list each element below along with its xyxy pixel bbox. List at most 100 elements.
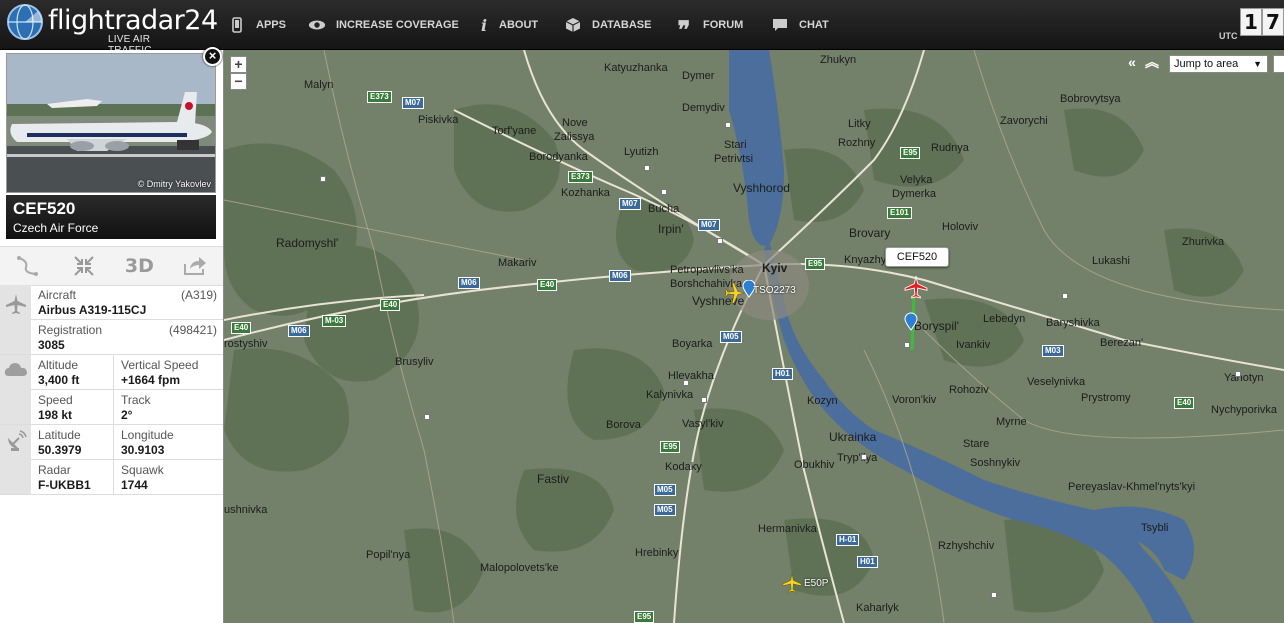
longitude-cell: Longitude 30.9103 bbox=[113, 425, 223, 460]
city-label: Brusyliv bbox=[395, 356, 434, 368]
dropdown-caret-icon: ▼ bbox=[1253, 59, 1262, 69]
airport-marker[interactable] bbox=[320, 176, 326, 182]
city-label: Petrivtsi bbox=[714, 153, 754, 165]
airport-marker[interactable] bbox=[424, 414, 430, 420]
city-label: Pereyaslav-Khmel'nyts'kyi bbox=[1068, 481, 1196, 493]
longitude-value: 30.9103 bbox=[121, 443, 165, 457]
aircraft-marker-yellow[interactable] bbox=[782, 573, 802, 593]
vertical-speed-value: +1664 fpm bbox=[121, 373, 181, 387]
road-shield: E373 bbox=[568, 171, 593, 183]
collapse-left-icon[interactable]: « bbox=[1124, 55, 1140, 71]
city-label: Zhukyn bbox=[820, 54, 857, 66]
airport-marker[interactable] bbox=[717, 238, 723, 244]
nav-forum[interactable]: ❞ FORUM bbox=[675, 0, 744, 50]
nav-apps[interactable]: APPS bbox=[228, 0, 286, 50]
road-shield: E40 bbox=[1174, 397, 1195, 409]
close-panel-button[interactable]: × bbox=[203, 47, 222, 66]
city-label: Zavorychi bbox=[1000, 115, 1048, 127]
close-icon: × bbox=[208, 48, 217, 63]
nav-database[interactable]: DATABASE bbox=[564, 0, 651, 50]
registration-code: (498421) bbox=[168, 323, 217, 337]
airport-marker[interactable] bbox=[701, 397, 707, 403]
flight-label-e50p[interactable]: E50P bbox=[804, 578, 828, 589]
map-view[interactable]: + − « ︽ Jump to area ▼ Malyn Katyuzhanka… bbox=[224, 50, 1284, 623]
road-shield: H01 bbox=[772, 368, 793, 380]
road-shield: M05 bbox=[654, 504, 676, 516]
city-label: Kalynivka bbox=[646, 389, 694, 401]
share-button[interactable] bbox=[167, 247, 223, 285]
altitude-label: Altitude bbox=[38, 358, 79, 372]
view-3d-button[interactable]: 3D bbox=[112, 247, 168, 285]
position-group: Latitude 50.3979 Longitude 30.9103 Radar… bbox=[0, 425, 223, 495]
nav-apps-label: APPS bbox=[256, 19, 286, 31]
jump-to-area-select[interactable]: Jump to area ▼ bbox=[1169, 55, 1268, 73]
utc-label: UTC bbox=[1219, 31, 1238, 41]
city-label: Popil'nya bbox=[366, 549, 411, 561]
airport-marker[interactable] bbox=[904, 342, 910, 348]
city-label: Malopolovets'ke bbox=[480, 562, 559, 574]
center-aircraft-button[interactable] bbox=[56, 247, 112, 285]
show-route-button[interactable] bbox=[0, 247, 56, 285]
city-label: Rudnya bbox=[931, 142, 969, 154]
city-label: rostyshiv bbox=[224, 338, 268, 350]
zoom-out-button[interactable]: − bbox=[230, 73, 247, 90]
city-label: Ivankiv bbox=[956, 339, 991, 351]
chat-bubble-icon bbox=[771, 16, 789, 34]
airport-marker[interactable] bbox=[991, 592, 997, 598]
selected-flight-tag[interactable]: CEF520 bbox=[885, 247, 949, 267]
nav-about[interactable]: i ABOUT bbox=[479, 0, 538, 50]
airport-marker[interactable] bbox=[661, 189, 667, 195]
city-label: Vasyl'kiv bbox=[682, 418, 724, 430]
flight-label-tso2273[interactable]: TSO2273 bbox=[753, 285, 796, 296]
brand-name: flightradar24 bbox=[48, 5, 218, 36]
city-label: Litky bbox=[848, 118, 871, 130]
selected-aircraft-marker[interactable] bbox=[904, 275, 928, 299]
airport-marker[interactable] bbox=[683, 380, 689, 386]
utc-clock: 1 7 bbox=[1240, 8, 1284, 36]
speed-label: Speed bbox=[38, 393, 73, 407]
city-label: Malyn bbox=[304, 79, 334, 91]
top-bar: flightradar24 LIVE AIR TRAFFIC APPS INCR… bbox=[0, 0, 1284, 56]
city-label: Soshnykiv bbox=[970, 457, 1021, 469]
road-shield: M07 bbox=[619, 198, 641, 210]
airport-marker[interactable] bbox=[725, 122, 731, 128]
view-3d-label: 3D bbox=[124, 255, 154, 277]
nav-increase-coverage-label: INCREASE COVERAGE bbox=[336, 19, 459, 31]
city-label: Katyuzhanka bbox=[604, 62, 668, 74]
flight-performance-group: Altitude 3,400 ft Vertical Speed +1664 f… bbox=[0, 355, 223, 425]
radar-value: F-UKBB1 bbox=[38, 478, 91, 492]
jump-to-area-label: Jump to area bbox=[1174, 58, 1239, 70]
nav-increase-coverage[interactable]: INCREASE COVERAGE bbox=[308, 0, 459, 50]
squawk-value: 1744 bbox=[121, 478, 148, 492]
satellite-dish-icon bbox=[0, 425, 31, 494]
road-shield: E373 bbox=[367, 91, 392, 103]
city-label: Tsybli bbox=[1141, 522, 1169, 534]
road-shield: M07 bbox=[698, 219, 720, 231]
airport-pin-icon[interactable] bbox=[904, 312, 918, 332]
aircraft-value: Airbus A319-115CJ bbox=[38, 303, 147, 317]
secondary-select[interactable] bbox=[1273, 55, 1284, 73]
aircraft-info-group: Aircraft Airbus A319-115CJ (A319) Regist… bbox=[0, 285, 223, 355]
airport-marker[interactable] bbox=[1062, 293, 1068, 299]
city-label: ushnivka bbox=[224, 504, 268, 516]
city-label: Bucha bbox=[648, 203, 680, 215]
latitude-label: Latitude bbox=[38, 428, 81, 442]
city-label: Borodyanka bbox=[529, 151, 588, 163]
city-label: Boryspil' bbox=[914, 319, 959, 333]
airport-marker[interactable] bbox=[644, 165, 650, 171]
city-label: Demydiv bbox=[682, 102, 725, 114]
altitude-value: 3,400 ft bbox=[38, 373, 80, 387]
airport-marker[interactable] bbox=[1235, 371, 1241, 377]
city-label: Torf'yane bbox=[492, 125, 537, 137]
city-label: Zhurivka bbox=[1182, 236, 1225, 248]
zoom-in-button[interactable]: + bbox=[230, 56, 247, 73]
airport-marker[interactable] bbox=[861, 454, 867, 460]
registration-cell: Registration 3085 (498421) bbox=[31, 320, 223, 355]
nav-chat[interactable]: CHAT bbox=[771, 0, 829, 50]
aircraft-photo[interactable]: © Dmitry Yakovlev bbox=[6, 53, 216, 193]
logo[interactable]: flightradar24 LIVE AIR TRAFFIC bbox=[6, 3, 218, 56]
aircraft-cell: Aircraft Airbus A319-115CJ (A319) bbox=[31, 285, 223, 320]
collapse-up-icon[interactable]: ︽ bbox=[1144, 55, 1160, 71]
city-label: Hermanivka bbox=[758, 523, 817, 535]
road-shield: E95 bbox=[634, 611, 655, 623]
